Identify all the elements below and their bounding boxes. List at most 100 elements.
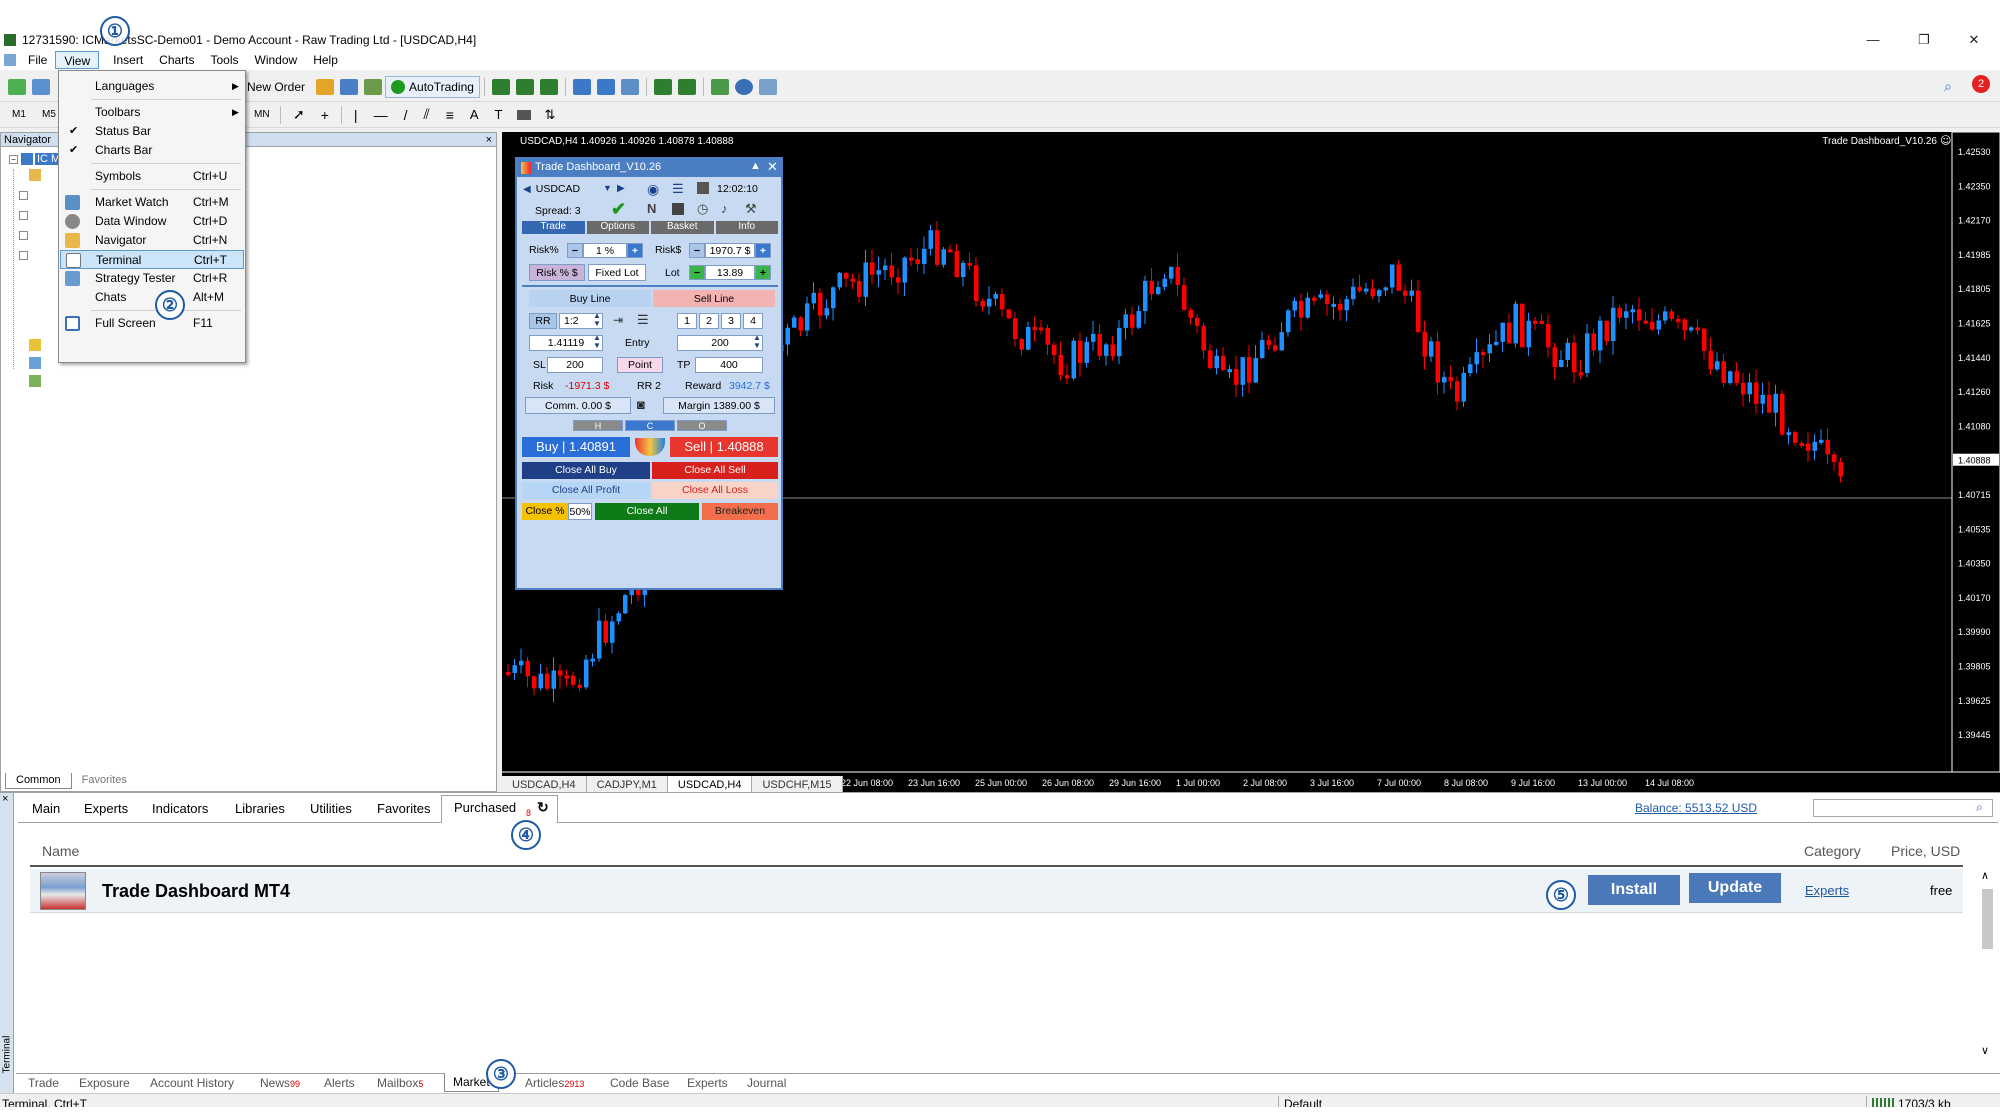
- rr-4-button[interactable]: 4: [743, 313, 763, 329]
- zoom-out-icon[interactable]: [596, 78, 615, 95]
- timeframe-mn[interactable]: MN: [254, 109, 276, 120]
- tab-experts[interactable]: Experts: [687, 1074, 728, 1092]
- entry-price-spinner-icon[interactable]: ▲ ▼: [593, 334, 601, 350]
- bar-chart-icon[interactable]: [491, 78, 510, 95]
- close-all-buy-button[interactable]: Close All Buy: [522, 462, 650, 479]
- rr-spinner-icon[interactable]: ▲ ▼: [593, 312, 601, 328]
- n-button[interactable]: N: [647, 201, 656, 216]
- horizontal-line-icon[interactable]: —: [374, 107, 388, 123]
- calendar-icon[interactable]: [672, 203, 684, 215]
- entry-price-input[interactable]: 1.41119: [529, 335, 603, 351]
- market-tab-main[interactable]: Main: [32, 797, 60, 821]
- metaeditor-icon[interactable]: [316, 78, 335, 95]
- arrows-icon[interactable]: ⇅: [545, 107, 556, 123]
- indicators-icon[interactable]: [710, 78, 729, 95]
- next-symbol-icon[interactable]: ▶: [617, 183, 625, 194]
- zoom-in-icon[interactable]: [572, 78, 591, 95]
- product-row[interactable]: Trade Dashboard MT4 Install Update Exper…: [30, 869, 1963, 913]
- minimize-button[interactable]: —: [1854, 30, 1892, 50]
- risk-pct-input[interactable]: 1 %: [583, 243, 627, 258]
- terminal-scrollbar[interactable]: ∧ ∨: [1979, 869, 1995, 1059]
- market-tab-libraries[interactable]: Libraries: [235, 797, 285, 821]
- navigator-close-icon[interactable]: ×: [486, 133, 492, 147]
- product-category-link[interactable]: Experts: [1805, 883, 1849, 898]
- close-pct-button[interactable]: Close %: [522, 503, 568, 520]
- terminal-close-icon[interactable]: ×: [2, 793, 8, 805]
- notifications-icon[interactable]: 2: [1972, 75, 1990, 93]
- vertical-line-icon[interactable]: |: [354, 107, 358, 123]
- product-name[interactable]: Trade Dashboard MT4: [102, 881, 290, 902]
- refresh-icon[interactable]: ↻: [537, 799, 549, 816]
- tab-alerts[interactable]: Alerts: [324, 1074, 355, 1092]
- scroll-tabs-right-icon[interactable]: ▸: [1980, 776, 1985, 787]
- market-tab-experts[interactable]: Experts: [84, 797, 128, 821]
- timeframe-m1[interactable]: M1: [12, 109, 34, 120]
- menu-tools[interactable]: Tools: [203, 51, 247, 69]
- rr-2-button[interactable]: 2: [699, 313, 719, 329]
- magnet-icon[interactable]: ⇥: [613, 313, 623, 327]
- list-icon[interactable]: ☰: [672, 181, 684, 197]
- menu-item-full-screen[interactable]: Full Screen F11: [60, 314, 244, 333]
- channel-icon[interactable]: ⫽: [423, 106, 429, 123]
- breakeven-button[interactable]: Breakeven: [702, 503, 778, 520]
- update-button[interactable]: Update: [1689, 873, 1781, 903]
- scroll-down-icon[interactable]: ∨: [1981, 1044, 1989, 1057]
- rectangle-icon[interactable]: [516, 109, 531, 120]
- crosshair-icon[interactable]: +: [321, 107, 329, 123]
- dashboard-header[interactable]: Trade Dashboard_V10.26 ▲ ✕: [517, 159, 781, 177]
- wrench-icon[interactable]: ⚒: [745, 201, 757, 217]
- lot-plus[interactable]: +: [755, 265, 771, 280]
- tab-news[interactable]: News99: [260, 1074, 300, 1093]
- sell-button[interactable]: Sell | 1.40888: [670, 437, 778, 457]
- prev-symbol-icon[interactable]: ◀: [523, 184, 531, 195]
- candlestick-icon[interactable]: [515, 78, 534, 95]
- menu-insert[interactable]: Insert: [105, 51, 151, 69]
- globe-icon[interactable]: [364, 78, 383, 95]
- autoscroll-icon[interactable]: [653, 78, 672, 95]
- risk-pct-minus[interactable]: −: [567, 243, 583, 258]
- eye-icon[interactable]: ◉: [647, 181, 659, 198]
- expand-icon[interactable]: −: [9, 154, 18, 164]
- periodicity-icon[interactable]: [734, 78, 753, 95]
- minimize-panel-icon[interactable]: ▲: [750, 160, 761, 172]
- tree-root[interactable]: − IC M: [9, 151, 63, 167]
- symbol-selector[interactable]: ◀ USDCAD ▼ ▶: [523, 183, 625, 198]
- menu-file[interactable]: File: [20, 51, 55, 69]
- profiles-icon[interactable]: [32, 78, 50, 95]
- tab-exposure[interactable]: Exposure: [79, 1074, 130, 1092]
- tab-journal[interactable]: Journal: [747, 1074, 786, 1092]
- menu-item-strategy-tester[interactable]: Strategy Tester Ctrl+R: [60, 269, 244, 288]
- autotrading-button[interactable]: AutoTrading: [385, 75, 480, 98]
- text-label-icon[interactable]: T: [495, 107, 503, 122]
- scroll-thumb[interactable]: [1982, 889, 1993, 949]
- menu-item-navigator[interactable]: Navigator Ctrl+N: [60, 231, 244, 250]
- tab-articles[interactable]: Articles2913: [525, 1074, 584, 1093]
- menu-item-languages[interactable]: Languages ▶: [60, 77, 244, 96]
- restore-button[interactable]: ❐: [1905, 30, 1943, 50]
- save-icon[interactable]: [697, 182, 709, 194]
- rr-1-button[interactable]: 1: [677, 313, 697, 329]
- menu-help[interactable]: Help: [305, 51, 346, 69]
- menu-item-terminal[interactable]: Terminal Ctrl+T: [60, 250, 244, 269]
- new-chart-icon[interactable]: [8, 78, 26, 95]
- expand-icon[interactable]: [19, 251, 28, 260]
- tab-common[interactable]: Common: [5, 773, 72, 789]
- close-all-profit-button[interactable]: Close All Profit: [522, 482, 650, 499]
- entry-points-spinner-icon[interactable]: ▲ ▼: [753, 334, 761, 350]
- menu-item-market-watch[interactable]: Market Watch Ctrl+M: [60, 193, 244, 212]
- buy-line-button[interactable]: Buy Line: [529, 290, 651, 307]
- tab-basket[interactable]: Basket: [651, 221, 714, 234]
- symbol-dropdown-icon[interactable]: ▼: [603, 183, 612, 193]
- market-search-icon[interactable]: ⌕: [1976, 800, 1983, 815]
- menu-window[interactable]: Window: [247, 51, 306, 69]
- risk-usd-minus[interactable]: −: [689, 243, 705, 258]
- menu-item-charts-bar[interactable]: ✔ Charts Bar: [60, 141, 244, 160]
- close-window-button[interactable]: ✕: [1955, 30, 1993, 50]
- menu-charts[interactable]: Charts: [151, 51, 202, 69]
- fixed-lot-button[interactable]: Fixed Lot: [588, 264, 646, 281]
- new-order-button[interactable]: New Order: [247, 80, 305, 94]
- tab-trade[interactable]: Trade: [522, 221, 585, 234]
- market-tab-utilities[interactable]: Utilities: [310, 797, 352, 821]
- h-button[interactable]: H: [573, 420, 623, 431]
- tab-trade[interactable]: Trade: [28, 1074, 59, 1092]
